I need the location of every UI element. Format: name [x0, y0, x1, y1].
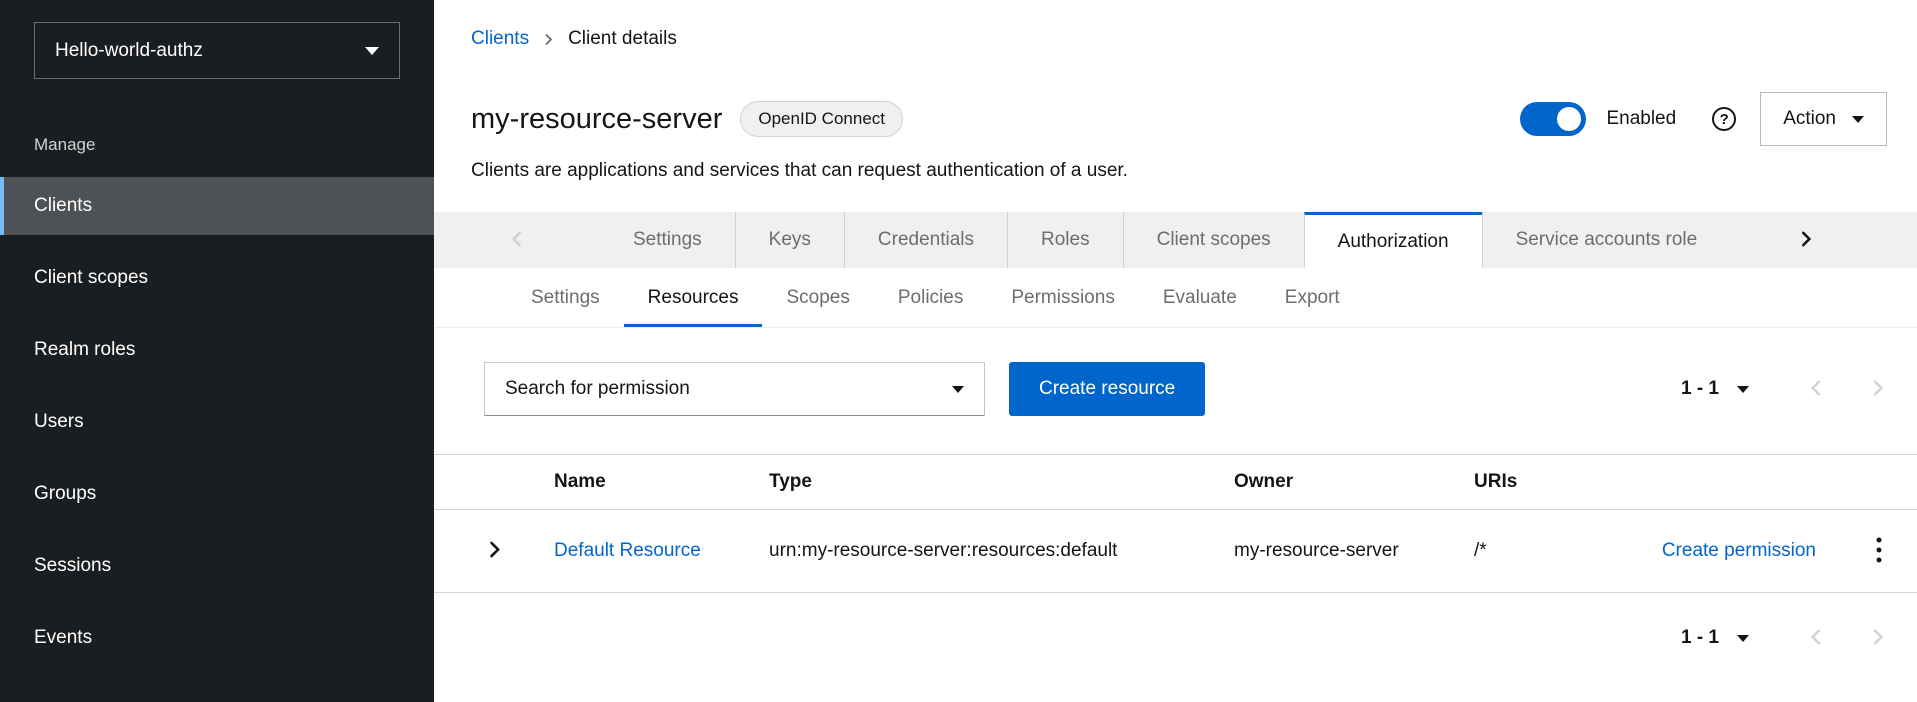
bottom-pagination: 1 - 1 [1681, 627, 1887, 649]
toggle-knob-icon [1557, 107, 1581, 131]
primary-tab-bar: Settings Keys Credentials Roles Client s… [434, 212, 1917, 268]
breadcrumb-current: Client details [568, 28, 677, 50]
main-content: Clients Client details my-resource-serve… [434, 0, 1917, 702]
tab-keys[interactable]: Keys [735, 212, 844, 268]
search-permission-dropdown[interactable]: Search for permission [484, 362, 985, 416]
breadcrumb: Clients Client details [471, 26, 1887, 52]
name-column-header: Name [554, 455, 769, 510]
sidebar-item-realm-roles[interactable]: Realm roles [0, 321, 434, 379]
page-title: my-resource-server [471, 99, 722, 139]
pagination-next-button[interactable] [1869, 628, 1887, 649]
realm-selector-label: Hello-world-authz [55, 40, 203, 62]
tab-credentials[interactable]: Credentials [844, 212, 1007, 268]
pagination-prev-button[interactable] [1807, 379, 1825, 400]
chevron-down-icon [365, 47, 379, 55]
pagination-next-button[interactable] [1869, 379, 1887, 400]
bottom-pagination-row: 1 - 1 [434, 593, 1917, 649]
enabled-label: Enabled [1606, 108, 1676, 130]
sidebar-item-client-scopes[interactable]: Client scopes [0, 249, 434, 307]
title-row: my-resource-server OpenID Connect Enable… [471, 92, 1887, 146]
enabled-toggle[interactable] [1520, 102, 1586, 136]
subtab-resources[interactable]: Resources [624, 268, 763, 327]
top-pagination: 1 - 1 [1681, 378, 1887, 400]
table-row: Default Resource urn:my-resource-server:… [434, 510, 1917, 593]
chevron-left-icon [508, 230, 526, 251]
subtab-permissions[interactable]: Permissions [987, 268, 1138, 327]
tab-authorization[interactable]: Authorization [1304, 212, 1482, 268]
sidebar-nav: Clients Client scopes Realm roles Users … [0, 177, 434, 667]
kebab-column-header [1844, 455, 1917, 510]
tab-settings[interactable]: Settings [600, 212, 735, 268]
search-permission-label: Search for permission [505, 378, 690, 400]
chevron-down-icon [1852, 116, 1864, 123]
client-protocol-badge: OpenID Connect [740, 101, 903, 137]
pagination-range: 1 - 1 [1681, 378, 1719, 400]
table-header-row: Name Type Owner URIs [434, 455, 1917, 510]
secondary-tab-bar: Settings Resources Scopes Policies Permi… [434, 268, 1917, 328]
subtab-policies[interactable]: Policies [874, 268, 987, 327]
sidebar-item-events[interactable]: Events [0, 609, 434, 667]
create-permission-link[interactable]: Create permission [1662, 540, 1816, 561]
sidebar: Hello-world-authz Manage Clients Client … [0, 0, 434, 702]
action-dropdown-label: Action [1783, 108, 1836, 130]
resource-uris-cell: /* [1474, 510, 1614, 593]
expand-column-header [434, 455, 554, 510]
pagination-options-toggle[interactable] [1733, 631, 1753, 646]
uris-column-header: URIs [1474, 455, 1614, 510]
subtab-evaluate[interactable]: Evaluate [1139, 268, 1261, 327]
pagination-range: 1 - 1 [1681, 627, 1719, 649]
subtab-export[interactable]: Export [1261, 268, 1364, 327]
chevron-right-icon [542, 33, 555, 46]
chevron-left-icon [1807, 628, 1825, 649]
tab-scroll-left-button[interactable] [434, 212, 600, 268]
tab-service-accounts-roles[interactable]: Service accounts role [1482, 212, 1731, 268]
resource-owner-cell: my-resource-server [1234, 510, 1474, 593]
expand-row-button[interactable] [481, 536, 508, 566]
chevron-left-icon [1807, 379, 1825, 400]
chevron-down-icon [952, 386, 964, 393]
owner-column-header: Owner [1234, 455, 1474, 510]
app-window: Hello-world-authz Manage Clients Client … [0, 0, 1917, 702]
sidebar-item-users[interactable]: Users [0, 393, 434, 451]
create-resource-button[interactable]: Create resource [1009, 362, 1205, 416]
row-kebab-menu-button[interactable] [1871, 532, 1887, 571]
primary-tabs-viewport: Settings Keys Credentials Roles Client s… [600, 212, 1751, 268]
sidebar-item-clients[interactable]: Clients [0, 177, 434, 235]
realm-selector-dropdown[interactable]: Hello-world-authz [34, 22, 400, 79]
type-column-header: Type [769, 455, 1234, 510]
resources-table: Name Type Owner URIs [434, 454, 1917, 593]
chevron-down-icon [1737, 386, 1749, 393]
pagination-options-toggle[interactable] [1733, 382, 1753, 397]
chevron-right-icon [485, 540, 504, 562]
nav-section-title: Manage [34, 135, 434, 155]
chevron-right-icon [1797, 230, 1815, 251]
sidebar-item-sessions[interactable]: Sessions [0, 537, 434, 595]
tab-client-scopes[interactable]: Client scopes [1123, 212, 1304, 268]
resource-name-link[interactable]: Default Resource [554, 540, 701, 561]
tab-roles[interactable]: Roles [1007, 212, 1123, 268]
tab-scroll-right-button[interactable] [1751, 212, 1917, 268]
pagination-prev-button[interactable] [1807, 628, 1825, 649]
page-header: Clients Client details my-resource-serve… [434, 0, 1917, 212]
resource-type-cell: urn:my-resource-server:resources:default [769, 510, 1234, 593]
header-controls: Enabled ? Action [1520, 92, 1887, 146]
breadcrumb-link-clients[interactable]: Clients [471, 28, 529, 50]
action-column-header [1614, 455, 1844, 510]
kebab-icon [1875, 536, 1883, 567]
chevron-down-icon [1737, 635, 1749, 642]
sidebar-item-groups[interactable]: Groups [0, 465, 434, 523]
resources-toolbar: Search for permission Create resource 1 … [434, 362, 1917, 416]
action-dropdown-button[interactable]: Action [1760, 92, 1887, 146]
question-circle-icon[interactable]: ? [1712, 107, 1736, 131]
subtab-scopes[interactable]: Scopes [762, 268, 873, 327]
chevron-right-icon [1869, 628, 1887, 649]
subtab-settings[interactable]: Settings [507, 268, 624, 327]
page-description: Clients are applications and services th… [471, 160, 1887, 212]
chevron-right-icon [1869, 379, 1887, 400]
